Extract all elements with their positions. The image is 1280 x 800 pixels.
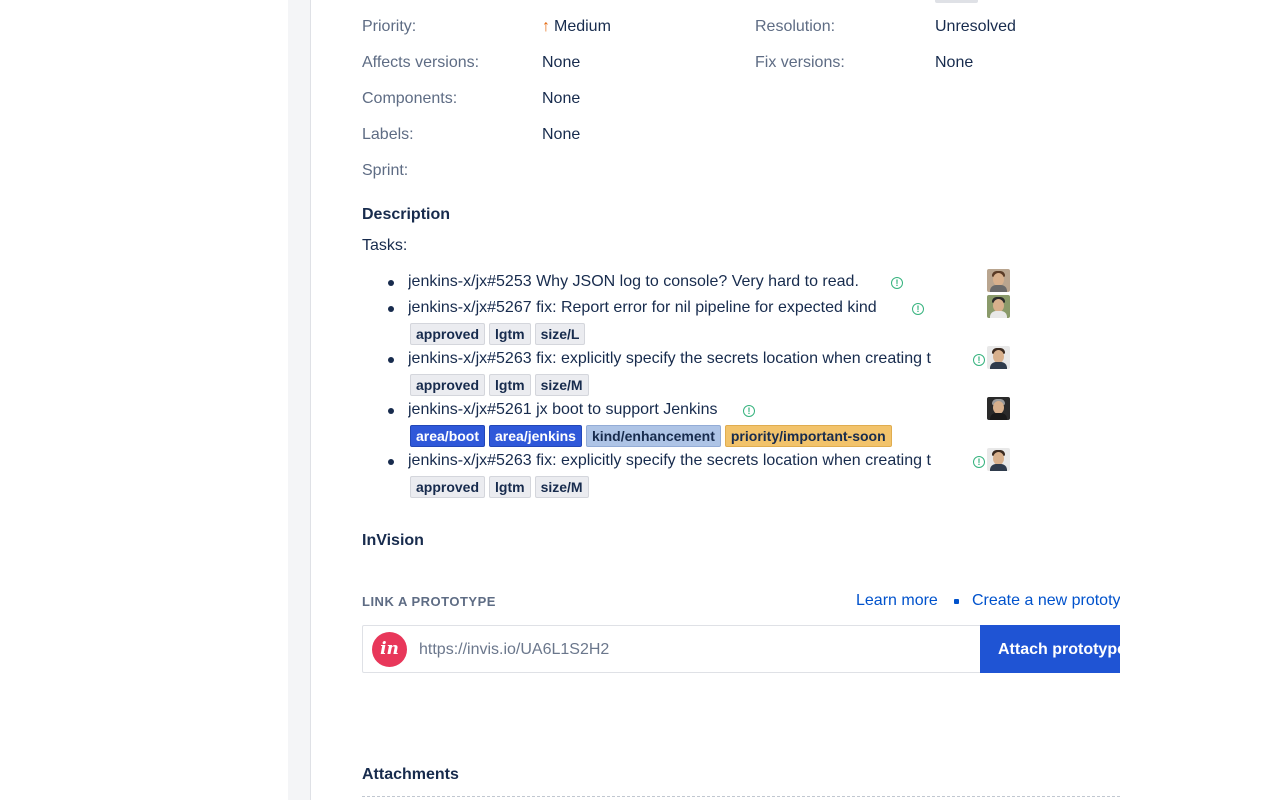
task-link[interactable]: jenkins-x/jx#5267 fix: Report error for …: [408, 297, 877, 319]
bullet: [388, 459, 394, 465]
priority-text: Medium: [554, 18, 611, 35]
prototype-url-field: in: [362, 625, 981, 673]
label-tag[interactable]: approved: [410, 476, 486, 498]
task-item: jenkins-x/jx#5253 Why JSON log to consol…: [388, 271, 970, 293]
label-tag[interactable]: size/M: [534, 476, 589, 498]
labels-label: Labels:: [362, 126, 414, 143]
label-tag[interactable]: size/L: [534, 323, 586, 345]
create-prototype-link[interactable]: Create a new prototype: [972, 592, 1120, 610]
priority-value[interactable]: ↑ Medium: [542, 18, 611, 36]
left-sidebar-edge: [288, 0, 311, 800]
affects-versions-value[interactable]: None: [542, 54, 580, 72]
fix-versions-label: Fix versions:: [755, 54, 845, 71]
bullet: [388, 306, 394, 312]
task-labels: approved lgtm size/L: [410, 323, 586, 345]
label-tag[interactable]: area/boot: [410, 425, 486, 447]
label-tag[interactable]: approved: [410, 323, 486, 345]
open-status-icon: !: [973, 456, 985, 468]
resolution-value: Unresolved: [935, 18, 1016, 35]
label-tag[interactable]: lgtm: [489, 476, 531, 498]
arrow-up-icon: ↑: [542, 18, 550, 35]
avatar[interactable]: [987, 295, 1010, 318]
components-value[interactable]: None: [542, 90, 580, 108]
avatar[interactable]: [987, 448, 1010, 471]
task-link[interactable]: jenkins-x/jx#5261 jx boot to support Jen…: [408, 399, 718, 421]
link-prototype-heading: LINK A PROTOTYPE: [362, 594, 496, 609]
components-label: Components:: [362, 90, 458, 107]
label-tag[interactable]: area/jenkins: [489, 425, 582, 447]
task-labels: approved lgtm size/M: [410, 374, 589, 396]
avatar[interactable]: [987, 397, 1010, 420]
task-link[interactable]: jenkins-x/jx#5253 Why JSON log to consol…: [408, 271, 859, 293]
priority-label: Priority:: [362, 18, 417, 35]
bullet: [388, 357, 394, 363]
invision-heading: InVision: [362, 532, 424, 549]
label-tag[interactable]: lgtm: [489, 323, 531, 345]
task-labels: area/boot area/jenkins kind/enhancement …: [410, 425, 892, 447]
create-prototype-link-container: Create a new prototype: [972, 590, 1120, 614]
task-item: jenkins-x/jx#5267 fix: Report error for …: [388, 297, 970, 319]
task-item: jenkins-x/jx#5261 jx boot to support Jen…: [388, 399, 970, 421]
label-tag[interactable]: approved: [410, 374, 486, 396]
description-heading: Description: [362, 206, 451, 223]
avatar[interactable]: [987, 346, 1010, 369]
separator-dot: [954, 599, 959, 604]
learn-more-link[interactable]: Learn more: [856, 592, 938, 610]
attachments-dropzone-border[interactable]: [362, 796, 1120, 797]
label-tag[interactable]: kind/enhancement: [585, 425, 721, 447]
labels-value[interactable]: None: [542, 126, 580, 144]
invision-logo-icon: in: [372, 632, 407, 667]
task-item: jenkins-x/jx#5263 fix: explicitly specif…: [388, 450, 970, 472]
task-link[interactable]: jenkins-x/jx#5263 fix: explicitly specif…: [408, 348, 931, 370]
affects-versions-label: Affects versions:: [362, 54, 480, 71]
task-labels: approved lgtm size/M: [410, 476, 589, 498]
bullet: [388, 280, 394, 286]
top-divider: [935, 0, 978, 3]
open-status-icon: !: [912, 303, 924, 315]
open-status-icon: !: [743, 405, 755, 417]
bullet: [388, 408, 394, 414]
attach-prototype-button[interactable]: Attach prototype: [980, 625, 1120, 673]
label-tag[interactable]: size/M: [534, 374, 589, 396]
task-link[interactable]: jenkins-x/jx#5263 fix: explicitly specif…: [408, 450, 931, 472]
fix-versions-value[interactable]: None: [935, 54, 973, 72]
attachments-heading: Attachments: [362, 766, 459, 783]
prototype-url-input[interactable]: [417, 634, 961, 666]
label-tag[interactable]: priority/important-soon: [724, 425, 892, 447]
tasks-intro: Tasks:: [362, 237, 408, 254]
open-status-icon: !: [891, 277, 903, 289]
resolution-label: Resolution:: [755, 18, 836, 35]
sprint-label: Sprint:: [362, 162, 409, 179]
task-item: jenkins-x/jx#5263 fix: explicitly specif…: [388, 348, 970, 370]
label-tag[interactable]: lgtm: [489, 374, 531, 396]
avatar[interactable]: [987, 269, 1010, 292]
open-status-icon: !: [973, 354, 985, 366]
